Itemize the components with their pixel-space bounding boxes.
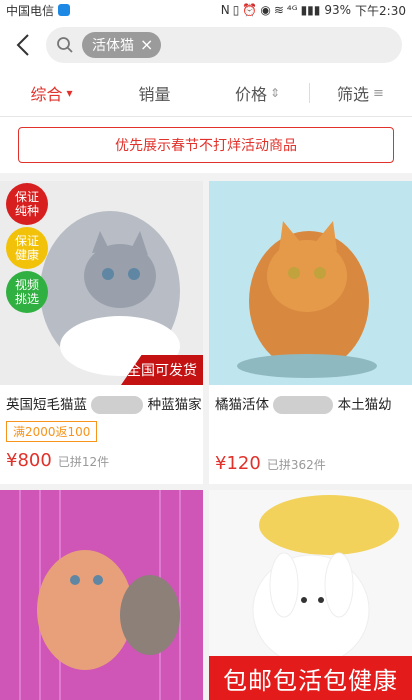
- eye-icon: ◉: [260, 3, 271, 17]
- blurred-text: [273, 396, 334, 414]
- product-grid: 保证 纯种 保证 健康 视频 挑选 全国可发货 英国短毛猫蓝 种蓝猫家 满200…: [0, 181, 412, 700]
- product-card[interactable]: 保证 纯种 保证 健康 视频 挑选 全国可发货 英国短毛猫蓝 种蓝猫家 满200…: [0, 181, 203, 484]
- blurred-text: [91, 396, 144, 414]
- close-icon[interactable]: ×: [140, 37, 153, 53]
- alarm-icon: ⏰: [242, 3, 258, 17]
- product-image-bunny[interactable]: 包邮包活包健康: [209, 490, 412, 700]
- nfc-icon: N: [220, 3, 230, 17]
- search-chip[interactable]: 活体猫 ×: [82, 32, 162, 58]
- sort-tabs: 综合 ▾ 销量 价格 ⇕ 筛选 ≡: [0, 70, 412, 117]
- search-chip-text: 活体猫: [92, 38, 134, 54]
- price-row: ¥120 已拼362件: [209, 445, 412, 484]
- tab-sales[interactable]: 销量: [103, 81, 206, 105]
- search-input[interactable]: 活体猫 ×: [46, 27, 402, 63]
- sold-count: 已拼362件: [266, 458, 326, 472]
- tab-label: 价格: [234, 85, 267, 104]
- price-row: ¥800 已拼12件: [0, 442, 203, 481]
- filter-icon: ≡: [373, 85, 384, 101]
- tab-filter[interactable]: 筛选 ≡: [309, 81, 412, 105]
- product-image-kittens-cage[interactable]: [0, 490, 203, 700]
- promo-banner-area: 优先展示春节不打烊活动商品: [0, 117, 412, 181]
- status-bar: 中国电信 N ▯ ⏰ ◉ ≋ ⁴ᴳ ▮▮▮ 93% 下午2:30: [0, 0, 412, 20]
- badge-pure-breed: 保证 纯种: [6, 183, 48, 225]
- vibrate-icon: ▯: [232, 3, 240, 17]
- badge-healthy: 保证 健康: [6, 227, 48, 269]
- tab-label: 销量: [138, 85, 171, 104]
- search-header: 活体猫 ×: [0, 20, 412, 70]
- shipping-health-ribbon: 包邮包活包健康: [209, 656, 412, 700]
- tab-label: 综合: [30, 85, 63, 104]
- badge-video-pick: 视频 挑选: [6, 271, 48, 313]
- signal-icon: ▮▮▮: [300, 3, 321, 17]
- product-title[interactable]: 英国短毛猫蓝 种蓝猫家: [0, 385, 203, 415]
- tab-price[interactable]: 价格 ⇕: [206, 81, 309, 105]
- product-card[interactable]: [0, 490, 203, 700]
- price: ¥120: [215, 453, 261, 474]
- clock: 下午2:30: [355, 3, 406, 18]
- product-card[interactable]: 橘猫活体 本土猫幼 ¥120 已拼362件: [209, 181, 412, 484]
- tab-comprehensive[interactable]: 综合 ▾: [0, 81, 103, 105]
- product-card[interactable]: 包邮包活包健康: [209, 490, 412, 700]
- back-button[interactable]: [10, 32, 36, 58]
- tab-label: 筛选: [337, 85, 370, 104]
- signal-4g-icon: ⁴ᴳ: [286, 3, 298, 17]
- carrier-label: 中国电信: [6, 3, 55, 18]
- wifi-icon: ≋: [273, 3, 284, 17]
- product-title[interactable]: 橘猫活体 本土猫幼: [209, 385, 412, 415]
- search-icon: [57, 37, 73, 53]
- product-image-orange-cat[interactable]: [209, 181, 412, 385]
- sold-count: 已拼12件: [57, 455, 110, 469]
- promo-banner[interactable]: 优先展示春节不打烊活动商品: [18, 127, 394, 163]
- battery-percent: 93%: [324, 3, 352, 17]
- price: ¥800: [6, 450, 52, 471]
- caret-down-icon: ▾: [66, 86, 73, 100]
- sort-icon: ⇕: [269, 86, 281, 100]
- kittens-cage-image: [0, 490, 203, 700]
- product-image-grey-kitten[interactable]: 保证 纯种 保证 健康 视频 挑选 全国可发货: [0, 181, 203, 385]
- carrier-badge-icon: [58, 4, 71, 16]
- orange-cat-image: [209, 181, 412, 385]
- chevron-left-icon: [16, 34, 29, 56]
- promo-tag: 满2000返100: [6, 421, 98, 442]
